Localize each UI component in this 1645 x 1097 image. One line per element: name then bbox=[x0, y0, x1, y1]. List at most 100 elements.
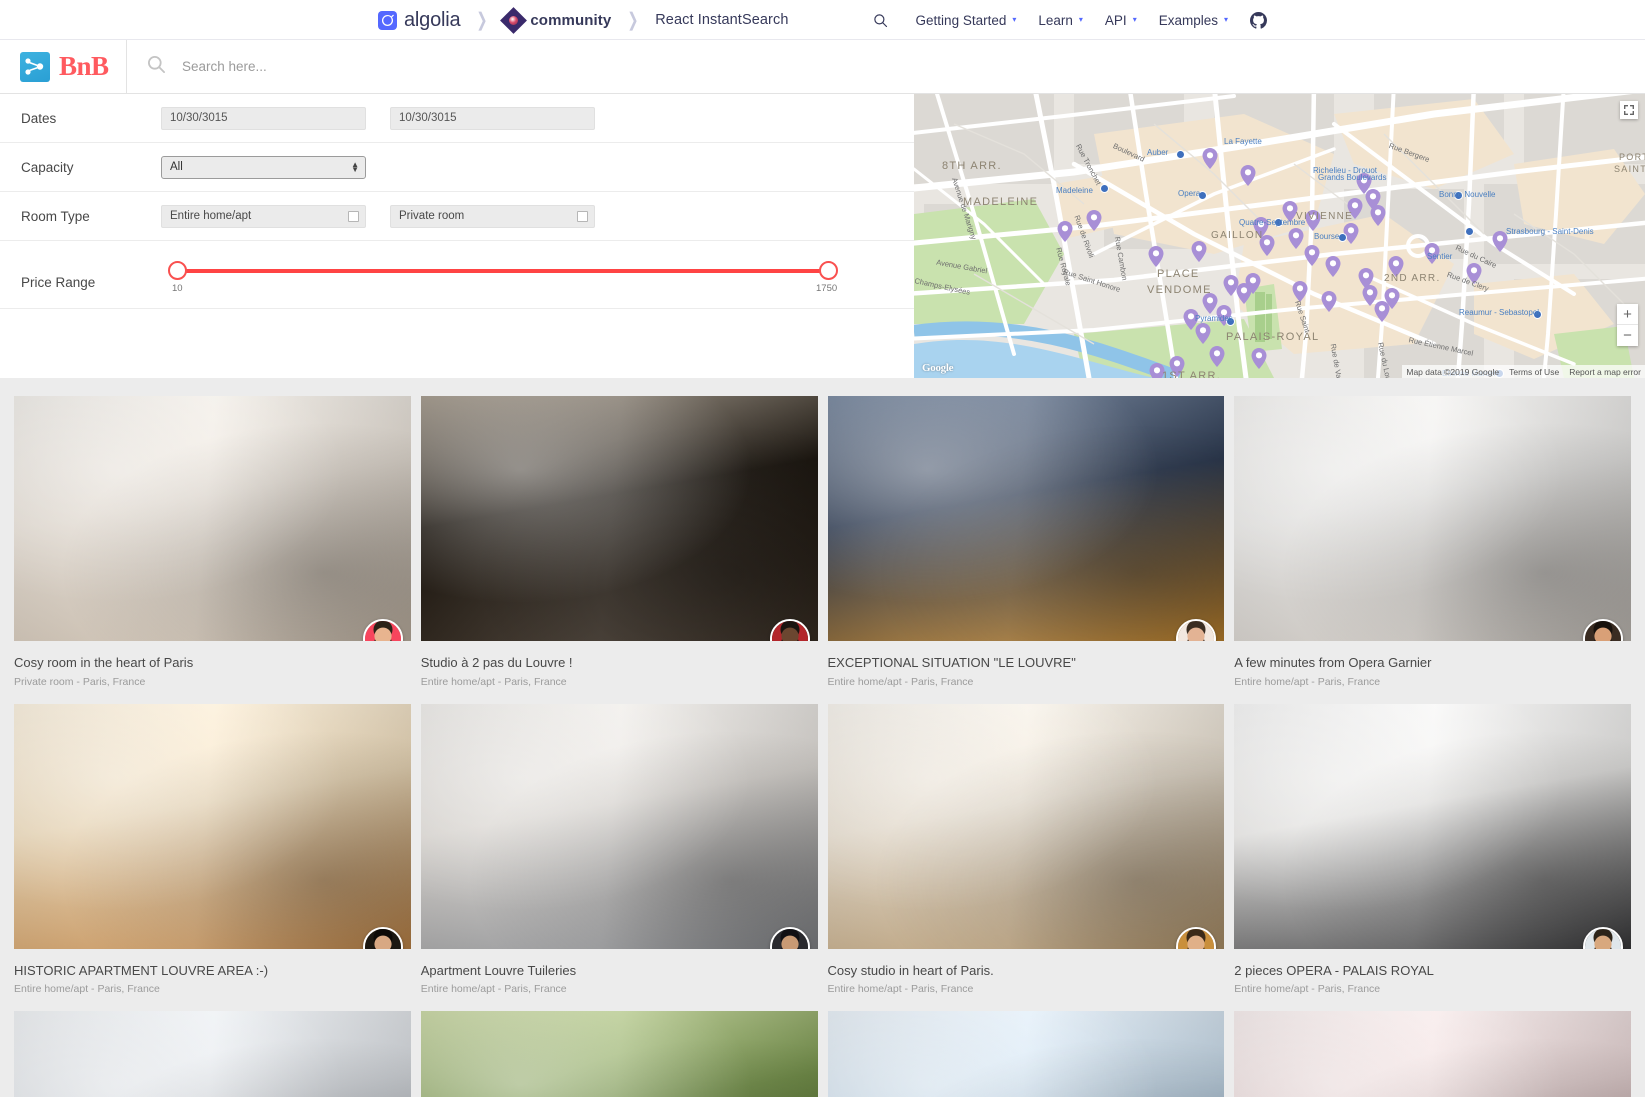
avatar[interactable] bbox=[1583, 619, 1623, 641]
map-marker-pin[interactable] bbox=[1492, 231, 1508, 252]
capacity-select[interactable]: All ▲ ▼ bbox=[161, 155, 366, 179]
result-card[interactable]: Studio à 2 pas du Louvre ! Entire home/a… bbox=[420, 396, 818, 688]
map-marker-pin[interactable] bbox=[1223, 275, 1239, 296]
map-marker-pin[interactable] bbox=[1086, 210, 1102, 231]
result-image[interactable] bbox=[1234, 703, 1631, 949]
slider-handle-min[interactable] bbox=[168, 261, 187, 280]
breadcrumb-item-community[interactable]: community bbox=[500, 6, 611, 34]
result-card[interactable] bbox=[1234, 1011, 1631, 1097]
result-card[interactable] bbox=[827, 1011, 1225, 1097]
result-image[interactable] bbox=[420, 703, 818, 949]
result-card[interactable]: EXCEPTIONAL SITUATION "LE LOUVRE" Entire… bbox=[827, 396, 1225, 688]
avatar[interactable] bbox=[1583, 926, 1623, 949]
breadcrumb-item-algolia[interactable]: algolia bbox=[378, 9, 461, 32]
nav-item-learn[interactable]: Learn ▾ bbox=[1038, 13, 1083, 28]
map-report-error-link[interactable]: Report a map error bbox=[1569, 367, 1641, 377]
map-marker-pin[interactable] bbox=[1362, 285, 1378, 306]
room-type-entire-home[interactable]: Entire home/apt bbox=[161, 204, 366, 228]
map-marker-pin[interactable] bbox=[1466, 263, 1482, 284]
room-type-private-room[interactable]: Private room bbox=[390, 204, 595, 228]
result-image[interactable] bbox=[14, 1011, 411, 1097]
map-marker-pin[interactable] bbox=[1370, 205, 1386, 226]
price-range-slider[interactable]: 10 1750 bbox=[161, 259, 841, 299]
chevron-down-icon: ▾ bbox=[1012, 15, 1017, 24]
date-end-input[interactable]: 10/30/3015 bbox=[390, 106, 595, 130]
checkbox-entire-home[interactable] bbox=[348, 210, 359, 222]
map-marker-pin[interactable] bbox=[1292, 281, 1308, 302]
map-terms-of-use-link[interactable]: Terms of Use bbox=[1509, 367, 1559, 377]
slider-handle-max[interactable] bbox=[819, 261, 838, 280]
map-marker-pin[interactable] bbox=[1057, 221, 1073, 242]
result-card[interactable]: Cosy studio in heart of Paris. Entire ho… bbox=[827, 703, 1225, 996]
map-marker-pin[interactable] bbox=[1325, 256, 1341, 277]
result-subtitle: Entire home/apt - Paris, France bbox=[1234, 983, 1381, 996]
result-image-texture bbox=[827, 1011, 1225, 1097]
nav-item-getting-started[interactable]: Getting Started ▾ bbox=[916, 13, 1017, 28]
map-marker-pin[interactable] bbox=[1169, 356, 1185, 377]
map-marker-pin[interactable] bbox=[1195, 323, 1211, 344]
map-fullscreen-button[interactable] bbox=[1620, 101, 1638, 119]
avatar[interactable] bbox=[362, 619, 403, 641]
result-card[interactable]: Apartment Louvre Tuileries Entire home/a… bbox=[420, 703, 818, 996]
map-marker-pin[interactable] bbox=[1304, 245, 1320, 266]
search-input[interactable] bbox=[180, 58, 1645, 75]
filters-and-map: Dates 10/30/3015 10/30/3015 Capacity All… bbox=[0, 94, 1645, 378]
result-image[interactable] bbox=[420, 1011, 818, 1097]
map-marker-pin[interactable] bbox=[1251, 348, 1267, 369]
breadcrumb-separator-icon: ❯ bbox=[627, 9, 639, 31]
map-marker-pin[interactable] bbox=[1191, 241, 1207, 262]
map-marker-pin[interactable] bbox=[1259, 235, 1275, 256]
checkbox-private-room[interactable] bbox=[577, 210, 588, 222]
result-image[interactable] bbox=[420, 396, 818, 641]
avatar[interactable] bbox=[769, 619, 810, 641]
map-marker-pin[interactable] bbox=[1388, 256, 1404, 277]
result-image[interactable] bbox=[827, 703, 1225, 949]
result-card[interactable]: A few minutes from Opera Garnier Entire … bbox=[1234, 396, 1631, 688]
avatar[interactable] bbox=[1176, 619, 1217, 641]
map-marker-pin[interactable] bbox=[1209, 346, 1225, 367]
result-image[interactable] bbox=[1234, 396, 1631, 641]
map-marker-pin[interactable] bbox=[1347, 198, 1363, 219]
metro-station-icon bbox=[1533, 310, 1542, 319]
search-bar[interactable] bbox=[127, 40, 1645, 93]
nav-item-api[interactable]: API ▾ bbox=[1105, 13, 1137, 28]
result-image[interactable] bbox=[827, 1011, 1225, 1097]
map-marker-pin[interactable] bbox=[1148, 246, 1164, 267]
result-image[interactable] bbox=[827, 396, 1225, 641]
breadcrumb-item-react-instantsearch[interactable]: React InstantSearch bbox=[655, 12, 788, 28]
result-card[interactable]: HISTORIC APARTMENT LOUVRE AREA :-) Entir… bbox=[14, 703, 411, 996]
result-card[interactable]: 2 pieces OPERA - PALAIS ROYAL Entire hom… bbox=[1234, 703, 1631, 996]
map-marker-pin[interactable] bbox=[1305, 210, 1321, 231]
map-zoom-controls[interactable]: + − bbox=[1617, 304, 1638, 346]
map-marker-pin[interactable] bbox=[1288, 228, 1304, 249]
map-panel[interactable]: 8TH ARR. MADELEINE VIVIENNE GAILLON PLACE VEN… bbox=[914, 94, 1645, 378]
search-icon[interactable] bbox=[873, 13, 888, 28]
result-image[interactable] bbox=[14, 396, 411, 641]
result-image[interactable] bbox=[14, 703, 411, 949]
result-image[interactable] bbox=[1234, 1011, 1631, 1097]
date-start-input[interactable]: 10/30/3015 bbox=[161, 106, 366, 130]
map-marker-pin[interactable] bbox=[1282, 201, 1298, 222]
github-icon[interactable] bbox=[1250, 11, 1267, 29]
result-card[interactable]: Cosy room in the heart of Paris Private … bbox=[14, 396, 411, 688]
metro-station-icon bbox=[1454, 191, 1463, 200]
google-watermark: Google bbox=[922, 362, 954, 374]
map-marker-pin[interactable] bbox=[1321, 291, 1337, 312]
map-marker-pin[interactable] bbox=[1202, 148, 1218, 169]
avatar[interactable] bbox=[1176, 926, 1217, 949]
map-marker-pin[interactable] bbox=[1240, 165, 1256, 186]
map-marker-pin[interactable] bbox=[1236, 283, 1252, 304]
nav-item-examples[interactable]: Examples ▾ bbox=[1159, 13, 1228, 28]
chevron-down-icon: ▾ bbox=[1223, 15, 1228, 24]
map-marker-pin[interactable] bbox=[1202, 293, 1218, 314]
map-marker-pin[interactable] bbox=[1149, 363, 1165, 378]
avatar[interactable] bbox=[362, 926, 403, 949]
map-zoom-in-button[interactable]: + bbox=[1617, 304, 1638, 325]
result-title: Studio à 2 pas du Louvre ! bbox=[420, 655, 573, 670]
result-card[interactable] bbox=[14, 1011, 411, 1097]
map-marker-pin[interactable] bbox=[1424, 243, 1440, 264]
map-zoom-out-button[interactable]: − bbox=[1617, 325, 1638, 346]
result-card[interactable] bbox=[420, 1011, 818, 1097]
app-brand[interactable]: BnB bbox=[0, 40, 127, 93]
avatar[interactable] bbox=[769, 926, 810, 949]
